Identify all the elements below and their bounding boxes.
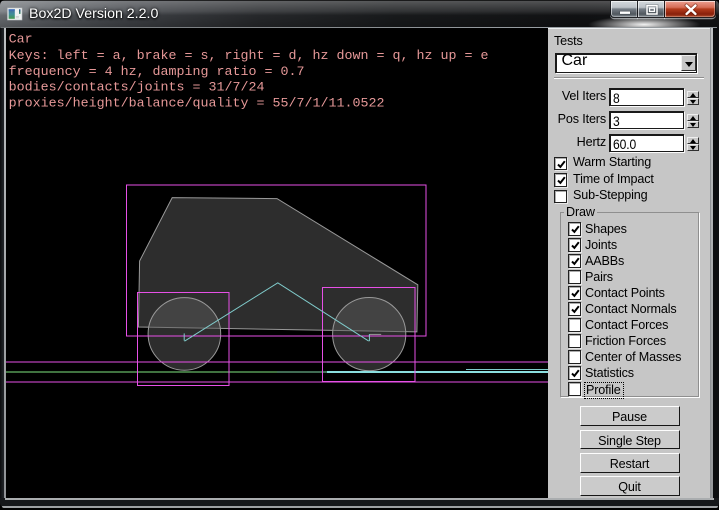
svg-text:frequency = 4 hz, damping rati: frequency = 4 hz, damping ratio = 0.7: [9, 65, 305, 80]
svg-text:bodies/contacts/joints = 31/7/: bodies/contacts/joints = 31/7/24: [9, 81, 265, 96]
svg-text:Keys: left = a, brake = s, rig: Keys: left = a, brake = s, right = d, hz…: [9, 49, 489, 64]
svg-text:proxies/height/balance/quality: proxies/height/balance/quality = 55/7/1/…: [9, 97, 385, 112]
svg-text:Car: Car: [9, 33, 33, 48]
